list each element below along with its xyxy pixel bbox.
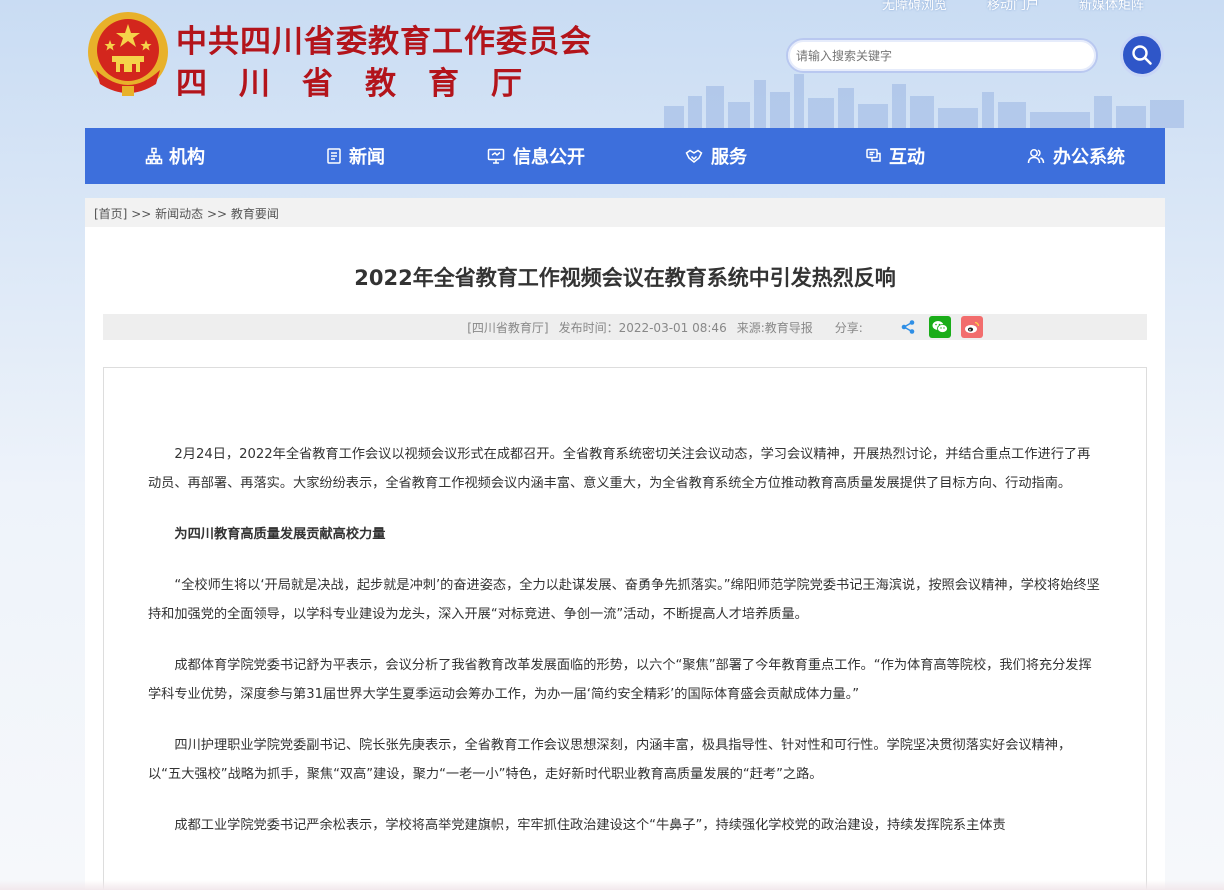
article-subheading: 为四川教育高质量发展贡献高校力量 [174,527,386,542]
meta-publish-time: 发布时间：2022-03-01 08:46 [558,320,727,335]
chat-icon [866,148,881,162]
share-icon [901,320,915,334]
article-body: 2月24日，2022年全省教育工作会议以视频会议形式在成都召开。全省教育系统密切… [148,440,1103,862]
wechat-share-button[interactable] [928,316,951,338]
share-icons [897,316,983,338]
meta-org: [四川省教育厅] [467,320,549,335]
nav-label-news: 新闻 [349,147,385,168]
share-button[interactable] [897,316,919,338]
nav-label-organization: 机构 [169,147,205,168]
nav-label-office-system: 办公系统 [1053,147,1125,168]
nav-item-service[interactable]: 服务 [625,128,805,184]
wechat-icon [932,321,948,333]
breadcrumb-separator: >> [131,207,152,221]
site-title-committee: 中共四川省委教育工作委员会 [176,24,592,60]
nav-label-info-disclosure: 信息公开 [513,147,585,168]
weibo-icon [964,321,979,333]
monitor-icon [487,148,505,164]
breadcrumb-home-link[interactable]: [首页] [94,207,127,221]
nav-item-news[interactable]: 新闻 [265,128,445,184]
nav-label-service: 服务 [711,147,747,168]
breadcrumb-education-news-link[interactable]: 教育要闻 [231,207,279,221]
nav-item-info-disclosure[interactable]: 信息公开 [445,128,625,184]
city-skyline-decoration [664,74,1184,128]
site-header: 中共四川省委教育工作委员会 四川省教育厅 无障碍浏览 移动门户 新媒体矩阵 [0,0,1224,128]
article-paragraph: “全校师生将以‘开局就是决战，起步就是冲刺’的奋进姿态，全力以赴谋发展、奋勇争先… [148,578,1100,622]
site-title-department: 四川省教育厅 [176,66,554,102]
main-nav: 机构 新闻 信息公开 服务 互动 办公系统 [85,128,1165,184]
users-icon [1027,149,1045,164]
content-panel: [首页] >> 新闻动态 >> 教育要闻 2022年全省教育工作视频会议在教育系… [85,198,1165,890]
weibo-share-button[interactable] [960,316,983,338]
nav-item-interaction[interactable]: 互动 [805,128,985,184]
breadcrumb: [首页] >> 新闻动态 >> 教育要闻 [85,198,1165,227]
page-bottom-fade [0,880,1224,890]
nav-item-organization[interactable]: 机构 [85,128,265,184]
handshake-icon [685,149,703,163]
search-button[interactable] [1120,33,1164,77]
accessibility-link[interactable]: 无障碍浏览 [882,0,947,13]
article-paragraph: 成都工业学院党委书记严余松表示，学校将高举党建旗帜，牢牢抓住政治建设这个“牛鼻子… [174,818,1006,833]
article-paragraph: 2月24日，2022年全省教育工作会议以视频会议形式在成都召开。全省教育系统密切… [148,447,1091,491]
newspaper-icon [327,148,341,164]
article-paragraph: 成都体育学院党委书记舒为平表示，会议分析了我省教育改革发展面临的形势，以六个“聚… [148,658,1092,702]
article-title: 2022年全省教育工作视频会议在教育系统中引发热烈反响 [354,266,896,290]
search-input[interactable] [786,38,1098,73]
nav-item-office-system[interactable]: 办公系统 [985,128,1165,184]
top-links: 无障碍浏览 移动门户 新媒体矩阵 [882,0,1144,13]
article-meta: [四川省教育厅] 发布时间：2022-03-01 08:46 来源:教育导报 分… [103,314,1147,340]
search-icon [1132,45,1152,65]
breadcrumb-news-link[interactable]: 新闻动态 [155,207,203,221]
share-label: 分享: [834,320,863,335]
mobile-portal-link[interactable]: 移动门户 [987,0,1039,13]
article-container: 2月24日，2022年全省教育工作会议以视频会议形式在成都召开。全省教育系统密切… [103,367,1147,890]
org-chart-icon [145,147,163,165]
nav-label-interaction: 互动 [889,147,925,168]
breadcrumb-separator: >> [206,207,228,221]
national-emblem-logo [88,12,168,96]
meta-source: 来源:教育导报 [736,320,813,335]
article-paragraph: 四川护理职业学院党委副书记、院长张先庚表示，全省教育工作会议思想深刻，内涵丰富，… [148,738,1072,782]
new-media-link[interactable]: 新媒体矩阵 [1079,0,1144,13]
